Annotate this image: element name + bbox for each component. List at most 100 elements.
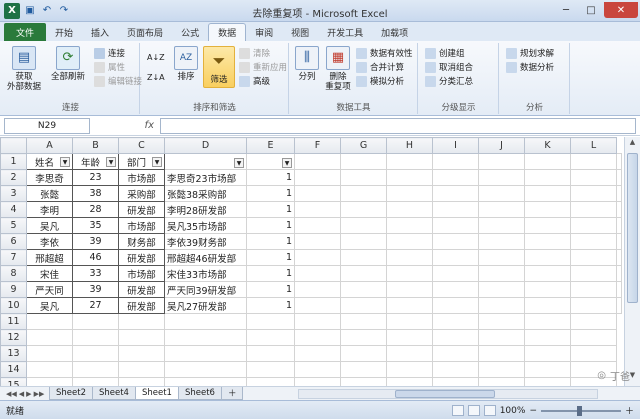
cell[interactable]	[386, 265, 433, 282]
cell[interactable]	[570, 233, 617, 250]
column-header[interactable]: E	[246, 137, 295, 154]
filter-dropdown-icon[interactable]: ▼	[152, 156, 162, 167]
cell[interactable]	[524, 249, 571, 266]
save-icon[interactable]: ▣	[23, 4, 37, 18]
cell[interactable]	[294, 249, 341, 266]
row-header[interactable]: 8	[0, 265, 27, 282]
cell[interactable]	[570, 329, 617, 346]
cell[interactable]	[432, 169, 479, 186]
cell[interactable]	[386, 217, 433, 234]
row-header[interactable]: 14	[0, 361, 27, 378]
cell[interactable]	[386, 297, 433, 314]
cell[interactable]	[26, 361, 73, 378]
maximize-button[interactable]: □	[579, 2, 603, 18]
row-header[interactable]: 4	[0, 201, 27, 218]
cell[interactable]: 1	[246, 249, 295, 266]
cell[interactable]	[478, 377, 525, 386]
cell[interactable]	[570, 297, 617, 314]
cell[interactable]	[524, 265, 571, 282]
tab-formulas[interactable]: 公式	[172, 23, 208, 41]
cell[interactable]: 1	[246, 297, 295, 314]
cell[interactable]	[570, 265, 617, 282]
cell[interactable]: 46	[72, 249, 119, 266]
remove-duplicates-button[interactable]: ▦ 删除 重复项	[322, 46, 354, 92]
what-if-button[interactable]: 模拟分析	[356, 75, 404, 87]
sort-button[interactable]: AZ 排序	[171, 46, 201, 82]
cell[interactable]: 财务部	[118, 233, 165, 250]
column-header[interactable]: H	[386, 137, 433, 154]
cell[interactable]	[432, 201, 479, 218]
tab-page-layout[interactable]: 页面布局	[118, 23, 172, 41]
cell[interactable]	[164, 313, 247, 330]
first-sheet-icon[interactable]: ◀◀	[6, 390, 17, 398]
cell[interactable]: 38	[72, 185, 119, 202]
cell[interactable]	[294, 313, 341, 330]
cell[interactable]	[246, 361, 295, 378]
row-header[interactable]: 7	[0, 249, 27, 266]
cell[interactable]	[164, 345, 247, 362]
cell[interactable]: 李思奇	[26, 169, 73, 186]
cell[interactable]	[118, 329, 165, 346]
cell[interactable]	[478, 233, 525, 250]
cell[interactable]	[478, 201, 525, 218]
cell[interactable]: 39	[72, 233, 119, 250]
cell[interactable]	[570, 345, 617, 362]
tab-addins[interactable]: 加载项	[372, 23, 417, 41]
cell[interactable]	[478, 169, 525, 186]
cell[interactable]	[478, 345, 525, 362]
cell[interactable]	[118, 361, 165, 378]
insert-sheet-icon[interactable]: ＋	[220, 387, 244, 400]
row-header[interactable]: 1	[0, 153, 27, 170]
cell[interactable]: 1	[246, 265, 295, 282]
cell[interactable]	[340, 313, 387, 330]
select-all-corner[interactable]	[0, 137, 27, 154]
cell[interactable]	[478, 361, 525, 378]
cell[interactable]	[432, 329, 479, 346]
cell[interactable]	[570, 185, 617, 202]
cell[interactable]	[524, 281, 571, 298]
cell[interactable]	[72, 329, 119, 346]
cell[interactable]	[26, 313, 73, 330]
cell[interactable]	[570, 313, 617, 330]
filter-button[interactable]: ⏷ 筛选	[203, 46, 235, 88]
vertical-scrollbar[interactable]: ▲ ▼	[624, 137, 640, 386]
cell[interactable]	[340, 249, 387, 266]
cell[interactable]	[340, 345, 387, 362]
cell[interactable]	[246, 313, 295, 330]
column-header[interactable]: K	[524, 137, 571, 154]
cell[interactable]	[432, 153, 479, 170]
row-header[interactable]: 13	[0, 345, 27, 362]
hscroll-thumb[interactable]	[395, 390, 495, 398]
scroll-up-icon[interactable]: ▲	[625, 138, 640, 152]
cell[interactable]: ▼	[246, 153, 295, 170]
cell[interactable]: 市场部	[118, 169, 165, 186]
zoom-slider[interactable]	[540, 405, 621, 416]
cell[interactable]	[72, 313, 119, 330]
cell[interactable]: 李思奇23市场部	[164, 169, 247, 186]
get-external-data-button[interactable]: ▤ 获取 外部数据	[4, 46, 44, 92]
cell[interactable]	[524, 329, 571, 346]
cell[interactable]	[432, 281, 479, 298]
cell[interactable]	[386, 361, 433, 378]
cell[interactable]	[570, 217, 617, 234]
cell[interactable]	[524, 233, 571, 250]
row-header[interactable]: 15	[0, 377, 27, 386]
cell[interactable]	[432, 313, 479, 330]
column-header[interactable]: J	[478, 137, 525, 154]
tab-insert[interactable]: 插入	[82, 23, 118, 41]
cell[interactable]	[524, 201, 571, 218]
cell[interactable]	[616, 153, 622, 170]
cell[interactable]	[118, 377, 165, 386]
last-sheet-icon[interactable]: ▶▶	[34, 390, 45, 398]
cell[interactable]: 李依	[26, 233, 73, 250]
cell[interactable]: 张懿38采购部	[164, 185, 247, 202]
advanced-filter-button[interactable]: 高级	[239, 75, 270, 87]
cell[interactable]	[294, 201, 341, 218]
tab-view[interactable]: 视图	[282, 23, 318, 41]
cell[interactable]: 吴凡	[26, 217, 73, 234]
consolidate-button[interactable]: 合并计算	[356, 61, 404, 73]
cell[interactable]: 1	[246, 233, 295, 250]
row-header[interactable]: 10	[0, 297, 27, 314]
cell[interactable]: 35	[72, 217, 119, 234]
fx-icon[interactable]: fx	[90, 120, 160, 131]
